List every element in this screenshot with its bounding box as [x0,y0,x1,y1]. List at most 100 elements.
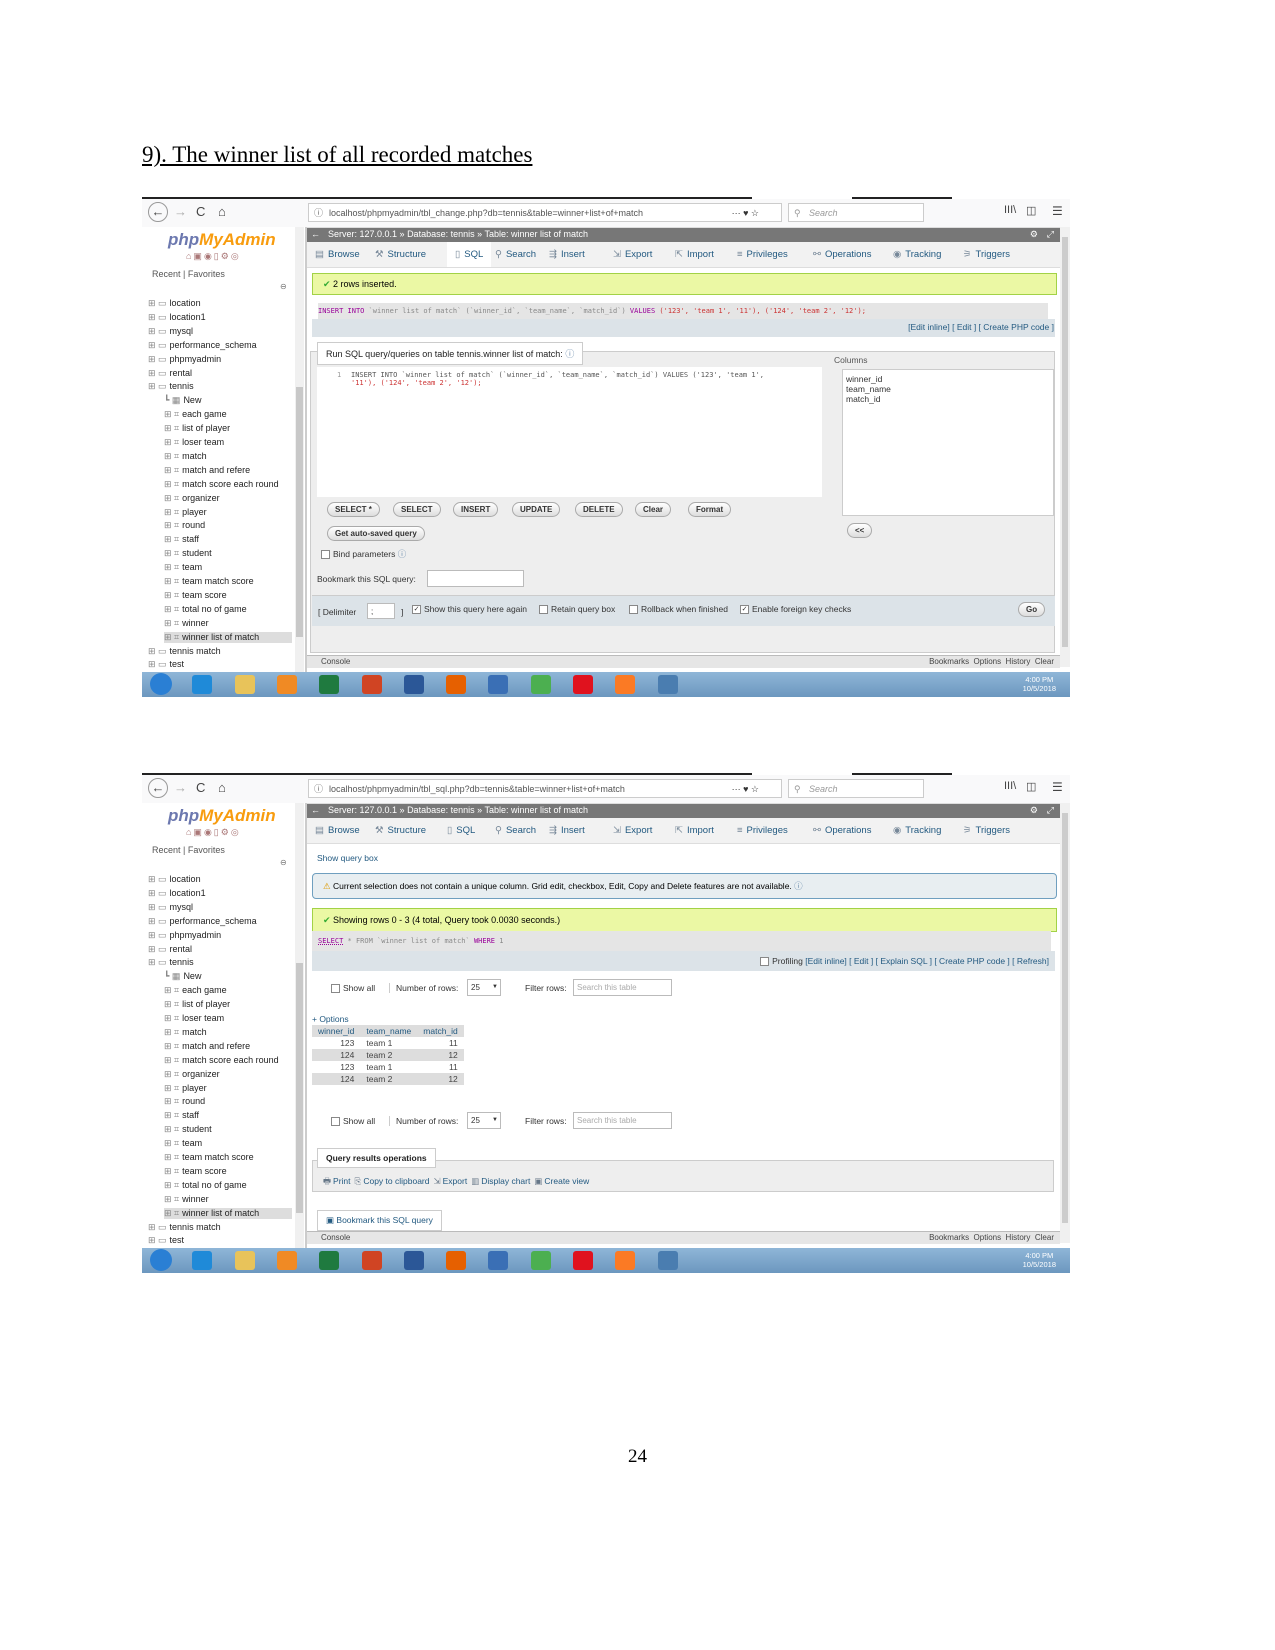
operation-link[interactable]: Display chart [481,1176,530,1186]
opera-icon[interactable] [573,1251,593,1270]
go-button[interactable]: Go [1018,602,1046,617]
expand-icon[interactable]: ⊞ ⌗ [164,1083,179,1093]
breadcrumb-database[interactable]: Database: tennis [407,229,475,239]
console-label[interactable]: Console [307,1233,350,1242]
ie-icon[interactable] [192,675,213,694]
rows-select[interactable]: 25 ▼ [467,979,501,996]
sidebar-toggle-icon[interactable]: ◫ [1026,780,1036,793]
operation-link[interactable]: Export [443,1176,468,1186]
sidebar-scrollbar[interactable] [295,803,304,1248]
tab-import[interactable]: ⇱ Import [675,249,714,260]
query-button-insert[interactable]: INSERT [453,502,499,517]
show-all[interactable]: Show all [331,983,375,994]
checkbox[interactable] [331,1117,340,1127]
sidebar-item[interactable]: ⊞ ⌗ player [164,507,207,518]
bookmark-query-button[interactable]: ▣ Bookmark this SQL query [317,1210,442,1231]
expand-icon[interactable]: ⊞ ▭ [148,916,167,926]
collapse-arrow[interactable]: ← [311,229,320,239]
collapse-icon[interactable]: ⊖ [280,858,287,867]
sidebar-item[interactable]: ⊞ ▭ mysql [148,326,193,337]
query-button-format[interactable]: Format [688,502,732,517]
query-button-clear[interactable]: Clear [635,502,672,517]
checkbox[interactable] [629,605,638,615]
column-option[interactable]: winner_id [846,374,882,384]
query-links[interactable]: [Edit inline] [ Edit ] [ Create PHP code… [908,322,1054,332]
columns-list[interactable]: winner_id team_name match_id [842,369,1054,516]
expand-icon[interactable]: ⊞ ▭ [148,1222,167,1232]
expand-icon[interactable]: ⊞ ⌗ [164,1013,179,1023]
back-button[interactable]: ← [148,778,168,798]
breadcrumb-database[interactable]: Database: tennis [407,805,475,815]
sidebar-item[interactable]: ⊞ ⌗ team [164,1138,202,1149]
sql-keyword[interactable]: SELECT [318,937,343,945]
sidebar-item[interactable]: ⊞ ▭ phpmyadmin [148,354,221,365]
sidebar-item[interactable]: ⊞ ⌗ organizer [164,1069,220,1080]
expand-icon[interactable]: ⊞ ⌗ [164,1166,179,1176]
url-bar[interactable]: ⓘ localhost/phpmyadmin/tbl_change.php?db=… [308,203,782,222]
query-button-delete[interactable]: DELETE [575,502,623,517]
expand-icon[interactable]: ⊞ ⌗ [164,423,179,433]
powerpoint-icon[interactable] [361,1251,382,1270]
sidebar-item[interactable]: ⊞ ▭ tennis [148,381,194,392]
sidebar-item[interactable]: ⊞ ▭ mysql [148,902,193,913]
column-option[interactable]: match_id [846,394,881,404]
explorer-icon[interactable] [234,1251,255,1270]
tab-tracking[interactable]: ◉ Tracking [893,249,941,260]
sidebar-item[interactable]: ⊞ ⌗ list of player [164,423,230,434]
home-button[interactable]: ⌂ [218,204,226,219]
tab-export[interactable]: ⇲ Export [613,249,652,260]
sidebar-item[interactable]: ⊞ ▭ rental [148,944,192,955]
tab-triggers[interactable]: ⚞ Triggers [963,249,1010,260]
sidebar-item[interactable]: ⊞ ⌗ match and refere [164,465,250,476]
tab-import[interactable]: ⇱ Import [675,825,714,836]
recent-tab[interactable]: Recent [152,269,181,279]
xampp-icon[interactable] [615,1251,636,1270]
sidebar-icons[interactable]: ⌂▣◉▯⚙◎ [186,251,241,262]
sidebar-item[interactable]: ⊞ ⌗ player [164,1083,207,1094]
expand-icon[interactable]: ⊞ ▭ [148,902,167,912]
expand-icon[interactable]: ⊞ ⌗ [164,493,179,503]
word-icon[interactable] [403,675,424,694]
expand-icon[interactable]: ⊞ ▭ [148,874,167,884]
sidebar-item[interactable]: ⊞ ▭ phpmyadmin [148,930,221,941]
sidebar-item[interactable]: ⊞ ⌗ total no of game [164,1180,247,1191]
expand-icon[interactable]: ⊞ ▭ [148,312,167,322]
tab-search[interactable]: ⚲ Search [495,249,536,260]
column-option[interactable]: team_name [846,384,891,394]
rows-select[interactable]: 25 ▼ [467,1112,501,1129]
excel-icon[interactable] [319,1251,340,1270]
expand-icon[interactable]: ⊞ ⌗ [164,520,179,530]
maximize-icon[interactable]: ⤢ [1047,803,1054,818]
reload-button[interactable]: C [196,780,205,795]
expand-icon[interactable]: ⊞ ⌗ [164,479,179,489]
explorer-icon[interactable] [234,675,255,694]
expand-icon[interactable]: ⊞ ⌗ [164,1069,179,1079]
sidebar-item[interactable]: ┗ ▦ New [164,395,201,406]
tab-sql[interactable]: ▯ SQL [447,242,492,267]
options-link[interactable]: + Options [312,1014,349,1024]
scroll-thumb[interactable] [296,387,303,637]
tab-privileges[interactable]: ≡ Privileges [737,825,788,836]
tab-structure[interactable]: ⚒ Structure [375,825,426,836]
sidebar-item[interactable]: ⊞ ⌗ match score each round [164,1055,279,1066]
chrome-icon[interactable] [530,675,551,694]
tab-operations[interactable]: ⚯ Operations [813,825,871,836]
breadcrumb-table[interactable]: Table: winner list of match [484,229,588,239]
settings-icon[interactable]: ⚙ [1030,227,1038,242]
breadcrumb-server[interactable]: Server: 127.0.0.1 [328,229,397,239]
bind-parameters[interactable]: Bind parameters ⓘ [321,548,406,560]
expand-icon[interactable]: ⊞ ⌗ [164,1124,179,1134]
thunderbird-icon[interactable] [488,1251,509,1270]
tab-structure[interactable]: ⚒ Structure [375,249,426,260]
expand-icon[interactable]: ⊞ ⌗ [164,409,179,419]
sidebar-item[interactable]: ⊞ ▭ rental [148,368,192,379]
checkbox[interactable]: ✓ [412,605,421,615]
xampp-icon[interactable] [615,675,636,694]
tab-sql[interactable]: ▯ SQL [447,825,475,836]
expand-icon[interactable]: ⊞ ⌗ [164,590,179,600]
sidebar-item[interactable]: ⊞ ⌗ team score [164,590,227,601]
sidebar-toggle-icon[interactable]: ◫ [1026,204,1036,217]
operation-link[interactable]: Create view [544,1176,589,1186]
expand-icon[interactable]: ⊞ ▭ [148,326,167,336]
sidebar-item[interactable]: ⊞ ▭ test [148,659,184,670]
